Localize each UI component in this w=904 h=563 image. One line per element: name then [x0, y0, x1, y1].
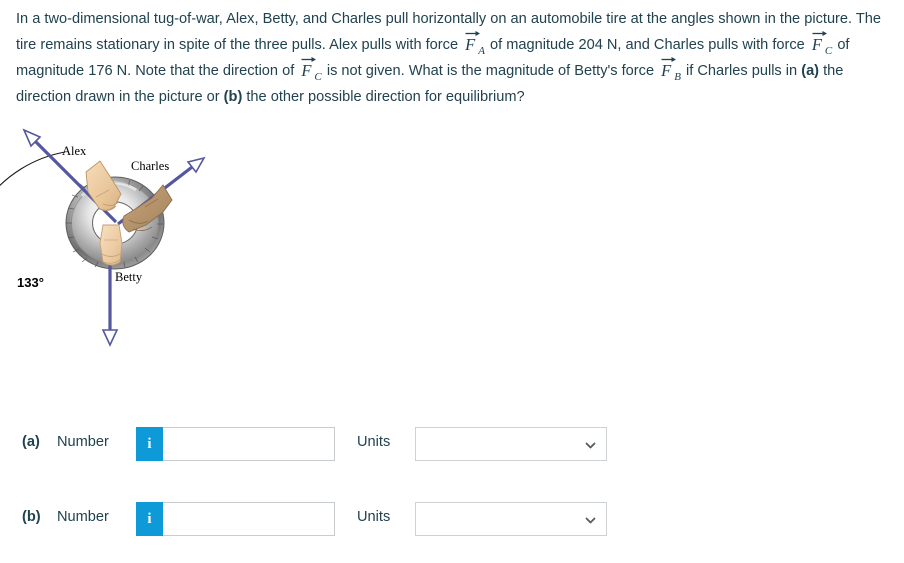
vector-f-c-2: FC: [301, 57, 322, 83]
problem-text-part-7: the other possible direction for equilib…: [242, 89, 525, 105]
vector-f-b-symbol: F: [661, 61, 672, 80]
vector-f-a-subscript: A: [478, 45, 485, 57]
answer-b-units-select-wrap[interactable]: NkNlbJm: [415, 502, 607, 536]
problem-text-part-4: is not given. What is the magnitude of B…: [322, 63, 659, 79]
problem-part-label-b: (b): [223, 89, 243, 105]
answer-row-b-tag: (b): [22, 509, 41, 525]
vector-f-b-subscript: B: [674, 71, 681, 83]
problem-statement: In a two-dimensional tug-of-war, Alex, B…: [16, 6, 888, 110]
tug-of-war-diagram: 133° Alex Charles Betty: [0, 128, 206, 347]
problem-part-label-a: (a): [801, 63, 820, 79]
info-icon-a[interactable]: i: [136, 427, 163, 461]
vector-f-b: FB: [661, 57, 681, 83]
answer-row-b-units-label: Units: [357, 509, 391, 525]
answer-a-units-select-wrap[interactable]: NkNlbJm: [415, 427, 607, 461]
vector-f-a: FA: [465, 31, 485, 57]
vector-f-c-1-subscript: C: [824, 45, 833, 57]
answer-row-a-tag: (a): [22, 434, 40, 450]
label-betty: Betty: [115, 270, 143, 284]
label-charles: Charles: [131, 159, 169, 173]
label-alex: Alex: [62, 144, 87, 158]
vector-f-c-2-subscript: C: [314, 71, 322, 83]
answer-b-number-input[interactable]: [163, 502, 335, 536]
info-icon-b[interactable]: i: [136, 502, 163, 536]
answer-row-a-units-label: Units: [357, 434, 391, 450]
vector-f-a-symbol: F: [465, 35, 476, 54]
hand-betty: [99, 224, 123, 266]
answer-row-b: (b) Number i Units NkNlbJm: [0, 502, 904, 536]
answer-row-b-number-label: Number: [57, 509, 109, 525]
angle-label: 133°: [17, 275, 44, 290]
answer-row-a: (a) Number i Units NkNlbJm: [0, 427, 904, 461]
vector-f-c-2-symbol: F: [301, 61, 312, 80]
vector-f-c-1: FC: [811, 31, 833, 57]
problem-text-part-5: if Charles pulls in: [681, 63, 802, 79]
answer-b-units-select[interactable]: NkNlbJm: [416, 503, 606, 535]
vector-f-c-1-symbol: F: [811, 35, 822, 54]
answer-a-number-input[interactable]: [163, 427, 335, 461]
tug-of-war-figure: 133° Alex Charles Betty: [0, 112, 240, 362]
problem-text-part-2: of magnitude 204 N, and Charles pulls wi…: [485, 37, 809, 53]
answer-row-a-number-label: Number: [57, 434, 109, 450]
answer-a-units-select[interactable]: NkNlbJm: [416, 428, 606, 460]
